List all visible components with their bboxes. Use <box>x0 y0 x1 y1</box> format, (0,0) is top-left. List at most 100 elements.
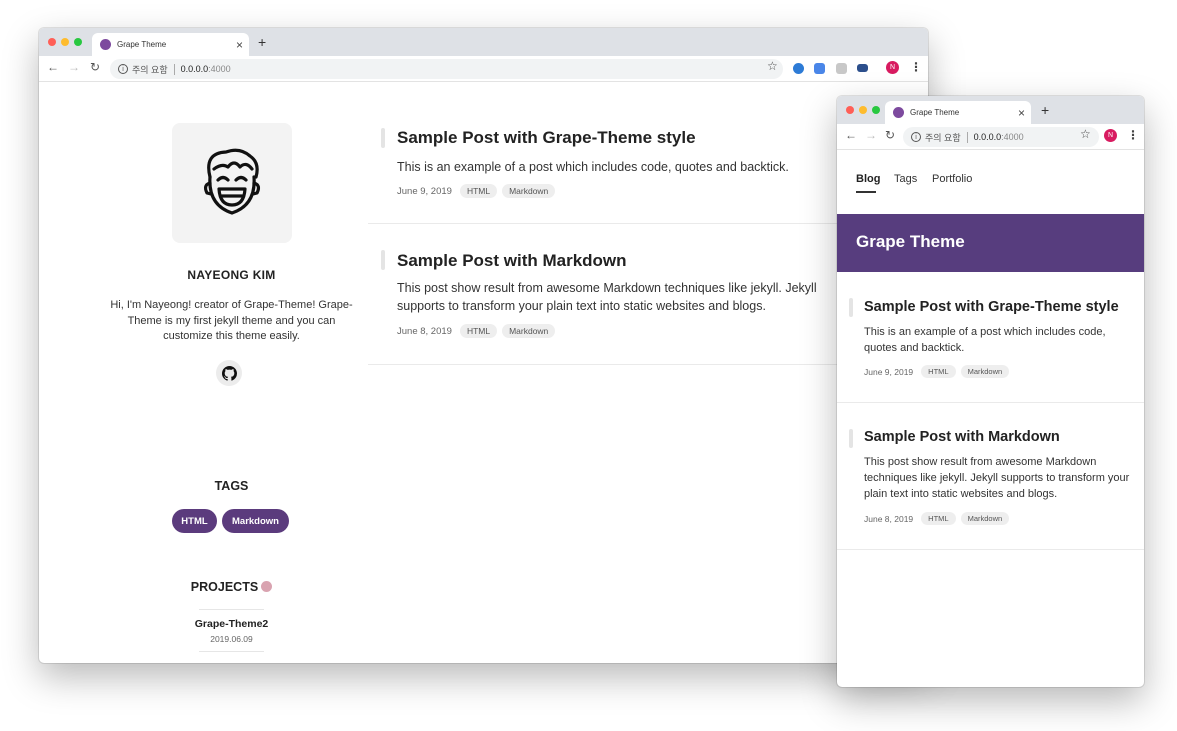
url-host: 0.0.0.0 <box>973 132 1002 142</box>
post-title[interactable]: Sample Post with Markdown <box>397 251 627 271</box>
author-name: NAYEONG KIM <box>187 268 276 282</box>
post-date: June 8, 2019 <box>397 325 452 337</box>
post-tag-chip[interactable]: HTML <box>459 324 498 338</box>
new-tab-button[interactable]: + <box>258 35 266 49</box>
browser-toolbar: ← → ↻ i 주의 요함 0.0.0.0:4000 ☆ N ⋮ <box>837 124 1144 150</box>
grape-favicon-icon <box>893 107 904 118</box>
maximize-window-button[interactable] <box>74 38 82 46</box>
post-accent-bar <box>381 250 385 270</box>
close-window-button[interactable] <box>48 38 56 46</box>
url-port: :4000 <box>208 64 231 74</box>
nav-tags[interactable]: Tags <box>894 173 917 185</box>
post-accent-bar <box>381 128 385 148</box>
security-label: 주의 요함 <box>132 64 168 75</box>
url-host: 0.0.0.0 <box>180 64 209 74</box>
maximize-window-button[interactable] <box>872 106 880 114</box>
menu-icon[interactable]: ⋮ <box>910 61 922 73</box>
browser-tab[interactable]: Grape Theme × <box>885 101 1031 124</box>
post-tag-chip[interactable]: Markdown <box>960 365 1010 378</box>
grape-favicon-icon <box>100 39 111 50</box>
menu-icon[interactable]: ⋮ <box>1127 129 1139 141</box>
post-date: June 9, 2019 <box>864 366 914 377</box>
post-meta: June 8, 2019 HTML Markdown <box>864 512 1014 525</box>
reload-button[interactable]: ↻ <box>90 61 100 73</box>
author-bio: Hi, I'm Nayeong! creator of Grape-Theme!… <box>110 299 353 342</box>
info-icon[interactable]: i <box>118 64 128 74</box>
address-bar[interactable]: i 주의 요함 0.0.0.0:4000 <box>110 59 783 79</box>
new-tab-button[interactable]: + <box>1041 103 1049 117</box>
post-tag-chip[interactable]: Markdown <box>960 512 1010 525</box>
post-excerpt: This post show result from awesome Markd… <box>864 456 1130 500</box>
tab-bar: Grape Theme × + <box>837 96 1144 124</box>
post-excerpt: This is an example of a post which inclu… <box>864 326 1106 354</box>
post-divider <box>368 364 843 365</box>
minimize-window-button[interactable] <box>61 38 69 46</box>
site-title[interactable]: Grape Theme <box>856 232 965 252</box>
sidebar-tag-markdown[interactable]: Markdown <box>222 509 289 533</box>
post-tag-chip[interactable]: HTML <box>459 184 498 198</box>
back-button[interactable]: ← <box>845 129 857 141</box>
bookmark-star-icon[interactable]: ☆ <box>767 60 778 72</box>
reload-button[interactable]: ↻ <box>885 129 895 141</box>
security-label: 주의 요함 <box>925 132 961 143</box>
site-banner: Grape Theme <box>837 214 1144 272</box>
extension-compass-icon[interactable] <box>793 63 804 74</box>
github-icon <box>221 365 237 381</box>
github-link[interactable] <box>216 360 242 386</box>
profile-avatar[interactable]: N <box>1104 129 1117 142</box>
info-icon[interactable]: i <box>911 132 921 142</box>
tab-title: Grape Theme <box>117 40 167 49</box>
post-accent-bar <box>849 429 853 448</box>
nav-active-underline <box>856 191 876 193</box>
close-window-button[interactable] <box>846 106 854 114</box>
laughing-face-icon <box>203 148 261 215</box>
post-meta: June 9, 2019 HTML Markdown <box>397 184 560 198</box>
address-separator <box>966 131 968 143</box>
person-emoji-icon <box>261 581 273 592</box>
projects-heading: PROJECTS <box>89 580 374 594</box>
post-tag-chip[interactable]: HTML <box>921 512 956 525</box>
project-divider <box>199 609 264 610</box>
address-bar[interactable]: i 주의 요함 0.0.0.0:4000 <box>903 127 1099 147</box>
extension-download-icon[interactable] <box>836 63 847 74</box>
project-date: 2019.06.09 <box>210 634 253 644</box>
post-title[interactable]: Sample Post with Grape-Theme style <box>864 299 1119 315</box>
nav-blog[interactable]: Blog <box>856 173 880 185</box>
post-excerpt: This post show result from awesome Markd… <box>397 281 817 313</box>
desktop-browser-window: Grape Theme × + ← → ↻ i 주의 요함 0.0.0.0:40… <box>39 28 928 663</box>
post-meta: June 8, 2019 HTML Markdown <box>397 324 560 338</box>
post-date: June 9, 2019 <box>397 185 452 197</box>
mobile-browser-window: Grape Theme × + ← → ↻ i 주의 요함 0.0.0.0:40… <box>837 96 1144 687</box>
forward-button[interactable]: → <box>68 61 80 73</box>
projects-heading-text: PROJECTS <box>190 580 259 594</box>
post-accent-bar <box>849 298 853 317</box>
address-separator <box>173 63 175 75</box>
tab-close-icon[interactable]: × <box>236 39 243 51</box>
post-tag-chip[interactable]: Markdown <box>502 324 556 338</box>
avatar <box>172 123 292 243</box>
post-divider <box>837 549 1144 550</box>
project-name[interactable]: Grape-Theme2 <box>89 618 374 630</box>
tags-heading: TAGS <box>214 479 249 493</box>
post-divider <box>837 402 1144 403</box>
post-excerpt: This is an example of a post which inclu… <box>397 160 789 174</box>
project-divider <box>199 651 264 652</box>
tab-close-icon[interactable]: × <box>1018 107 1025 119</box>
post-tag-chip[interactable]: Markdown <box>502 184 556 198</box>
forward-button[interactable]: → <box>865 129 877 141</box>
sidebar-tag-html[interactable]: HTML <box>172 509 217 533</box>
post-tag-chip[interactable]: HTML <box>921 365 956 378</box>
url-port: :4000 <box>1001 132 1024 142</box>
post-title[interactable]: Sample Post with Grape-Theme style <box>397 128 696 148</box>
back-button[interactable]: ← <box>47 61 59 73</box>
browser-tab[interactable]: Grape Theme × <box>92 33 249 56</box>
profile-avatar[interactable]: N <box>886 61 899 74</box>
extension-cc-icon[interactable] <box>857 64 868 72</box>
bookmark-star-icon[interactable]: ☆ <box>1080 128 1091 140</box>
tab-title: Grape Theme <box>910 108 960 117</box>
minimize-window-button[interactable] <box>859 106 867 114</box>
extension-translate-icon[interactable] <box>814 63 825 74</box>
post-title[interactable]: Sample Post with Markdown <box>864 429 1060 445</box>
nav-portfolio[interactable]: Portfolio <box>932 173 972 185</box>
post-divider <box>368 223 843 224</box>
